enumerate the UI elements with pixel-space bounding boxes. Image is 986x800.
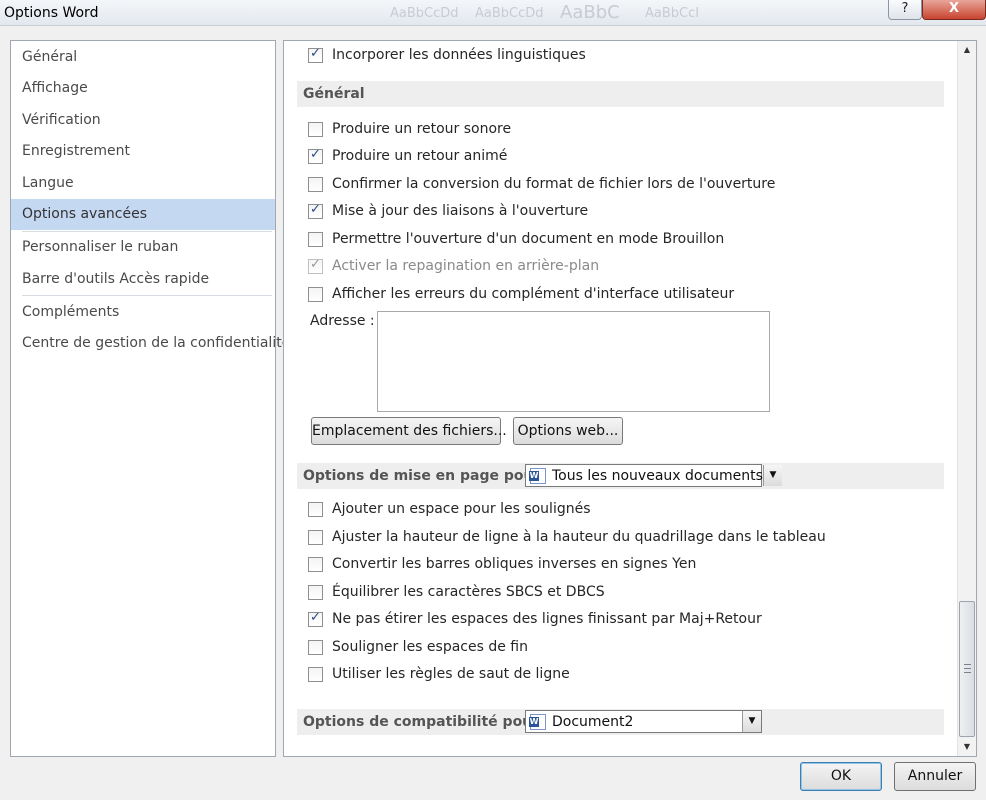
scroll-up-icon[interactable]: ▲ [958, 41, 976, 58]
checkbox [308, 257, 323, 274]
window-title: Options Word [4, 5, 99, 21]
ok-button[interactable]: OK [800, 762, 882, 791]
chevron-down-icon[interactable]: ▼ [762, 465, 782, 486]
option-confirm-format-conversion[interactable]: Confirmer la conversion du format de fic… [308, 173, 775, 195]
checkbox[interactable] [308, 501, 323, 517]
option-label: Équilibrer les caractères SBCS et DBCS [332, 584, 605, 600]
option-label: Utiliser les règles de saut de ligne [332, 666, 570, 682]
option-label: Mise à jour des liaisons à l'ouverture [332, 203, 589, 219]
nav-item-general[interactable]: Général [11, 42, 275, 73]
compatibility-document-select[interactable]: Document2 ▼ [525, 710, 762, 733]
web-options-button[interactable]: Options web... [513, 417, 623, 445]
option-show-addin-ui-errors[interactable]: Afficher les erreurs du complément d'int… [308, 283, 734, 305]
option-label: Ne pas étirer les espaces des lignes fin… [332, 611, 762, 627]
option-label: Afficher les erreurs du complément d'int… [332, 286, 735, 302]
checkbox[interactable] [308, 529, 323, 545]
nav-item-display[interactable]: Affichage [11, 73, 275, 104]
option-label: Permettre l'ouverture d'un document en m… [332, 231, 725, 247]
select-value: Tous les nouveaux documents [552, 467, 763, 484]
checkbox[interactable] [308, 202, 323, 219]
nav-item-addins[interactable]: Compléments [11, 297, 275, 328]
option-label: Activer la repagination en arrière-plan [332, 258, 600, 274]
option-convert-backslash-yen[interactable]: Convertir les barres obliques inverses e… [308, 553, 696, 575]
option-label: Produire un retour sonore [332, 121, 512, 137]
word-document-icon [529, 713, 546, 730]
select-value: Document2 [552, 713, 634, 730]
layout-document-select[interactable]: Tous les nouveaux documents ▼ [525, 464, 782, 487]
section-header-general: Général [297, 81, 944, 107]
nav-item-advanced[interactable]: Options avancées [11, 199, 275, 230]
help-button[interactable]: ? [888, 0, 922, 20]
section-title: Options de compatibilité pour : [303, 714, 550, 730]
category-nav: Général Affichage Vérification Enregistr… [10, 40, 290, 757]
checkbox[interactable] [308, 176, 323, 192]
option-update-links-on-open[interactable]: Mise à jour des liaisons à l'ouverture [308, 200, 588, 222]
checkbox[interactable] [308, 584, 323, 600]
checkbox[interactable] [308, 666, 323, 682]
ghost-style-1: AaBbCcDd [390, 6, 459, 21]
file-locations-button[interactable]: Emplacement des fichiers... [311, 417, 507, 445]
option-label: Incorporer les données linguistiques [332, 47, 586, 63]
address-field[interactable] [377, 311, 770, 412]
word-document-icon [529, 467, 546, 484]
title-bar: Options Word AaBbCcDd AaBbCcDd AaBbC AaB… [0, 0, 986, 26]
chevron-down-icon[interactable]: ▼ [742, 711, 761, 732]
checkbox[interactable] [308, 610, 323, 627]
checkbox[interactable] [308, 556, 323, 572]
ghost-style-2: AaBbCcDd [475, 6, 544, 21]
option-embed-linguistic-data[interactable]: Incorporer les données linguistiques [308, 44, 586, 66]
ghost-style-4: AaBbCcI [645, 6, 700, 21]
section-title: Général [303, 86, 365, 102]
section-header-layout-options: Options de mise en page pour : Tous les … [297, 463, 944, 489]
checkbox[interactable] [308, 46, 323, 63]
close-icon: X [948, 1, 960, 16]
vertical-scrollbar[interactable]: ▲ ▼ [957, 41, 976, 756]
section-header-compatibility: Options de compatibilité pour : Document… [297, 709, 944, 735]
option-allow-draft-open[interactable]: Permettre l'ouverture d'un document en m… [308, 228, 724, 250]
advanced-options-pane: Incorporer les données linguistiques Gén… [283, 40, 977, 757]
close-button[interactable]: X [922, 0, 986, 20]
checkbox[interactable] [308, 147, 323, 164]
checkbox[interactable] [308, 121, 323, 137]
section-title: Options de mise en page pour : [303, 468, 551, 484]
option-label: Souligner les espaces de fin [332, 639, 528, 655]
option-label: Convertir les barres obliques inverses e… [332, 556, 697, 572]
checkbox[interactable] [308, 639, 323, 655]
address-label: Adresse : [310, 313, 375, 329]
option-adjust-line-height-grid[interactable]: Ajuster la hauteur de ligne à la hauteur… [308, 526, 826, 548]
option-background-repagination: Activer la repagination en arrière-plan [308, 255, 599, 277]
nav-item-language[interactable]: Langue [11, 168, 275, 199]
option-label: Produire un retour animé [332, 148, 508, 164]
nav-item-customize-ribbon[interactable]: Personnaliser le ruban [11, 232, 275, 263]
option-dont-expand-shift-return[interactable]: Ne pas étirer les espaces des lignes fin… [308, 608, 762, 630]
option-sound-feedback[interactable]: Produire un retour sonore [308, 118, 511, 140]
option-add-space-underlines[interactable]: Ajouter un espace pour les soulignés [308, 498, 591, 520]
nav-item-proofing[interactable]: Vérification [11, 105, 275, 136]
nav-item-save[interactable]: Enregistrement [11, 136, 275, 167]
checkbox[interactable] [308, 231, 323, 247]
option-use-line-breaking-rules[interactable]: Utiliser les règles de saut de ligne [308, 663, 570, 685]
option-label: Ajouter un espace pour les soulignés [332, 501, 591, 517]
cancel-button[interactable]: Annuler [894, 762, 976, 791]
ghost-style-3: AaBbC [560, 2, 620, 23]
option-label: Ajuster la hauteur de ligne à la hauteur… [332, 529, 826, 545]
scroll-down-icon[interactable]: ▼ [958, 738, 976, 755]
scrollbar-thumb[interactable] [959, 601, 975, 737]
option-underline-trailing-spaces[interactable]: Souligner les espaces de fin [308, 636, 528, 658]
background-ribbon: AaBbCcDd AaBbCcDd AaBbC AaBbCcI [140, 0, 880, 26]
checkbox[interactable] [308, 286, 323, 302]
nav-item-quick-access-toolbar[interactable]: Barre d'outils Accès rapide [11, 264, 275, 295]
option-label: Confirmer la conversion du format de fic… [332, 176, 776, 192]
nav-item-trust-center[interactable]: Centre de gestion de la confidentialité [11, 328, 290, 359]
grip-icon [964, 664, 971, 673]
option-animation-feedback[interactable]: Produire un retour animé [308, 145, 507, 167]
nav-divider [22, 295, 272, 296]
option-balance-sbcs-dbcs[interactable]: Équilibrer les caractères SBCS et DBCS [308, 581, 605, 603]
